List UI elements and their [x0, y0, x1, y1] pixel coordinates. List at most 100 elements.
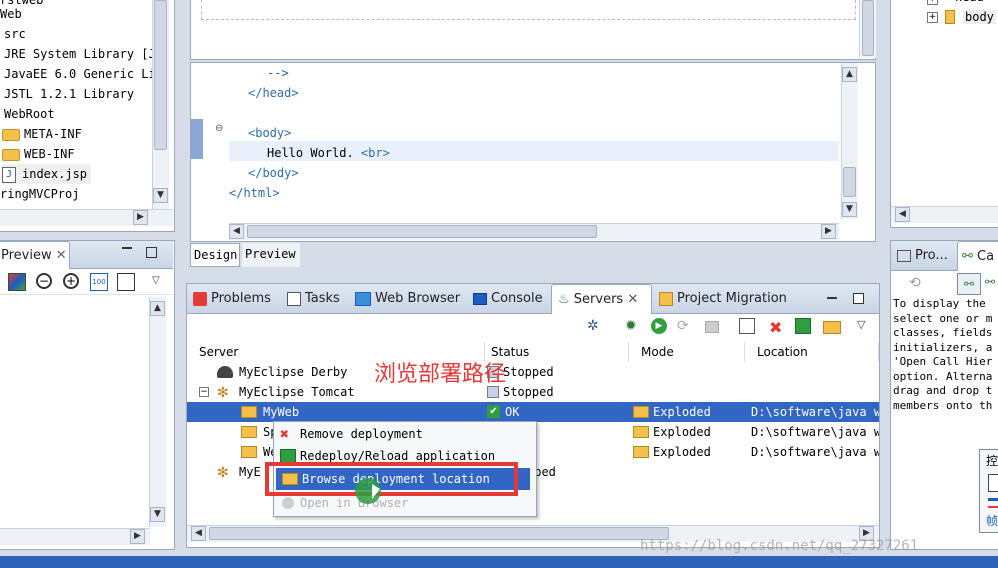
- highlight-box: [265, 462, 518, 496]
- tab-problems[interactable]: Problems: [193, 284, 271, 314]
- palette-icon[interactable]: [8, 273, 26, 291]
- tab-project-migration[interactable]: Project Migration: [659, 284, 787, 314]
- scroll-down-button[interactable]: ▼: [153, 188, 168, 203]
- overlay-widget[interactable]: 控 帧: [979, 449, 998, 533]
- column-header[interactable]: Mode: [629, 342, 745, 362]
- tree-item[interactable]: WEB-INF: [2, 144, 75, 164]
- tasks-icon: [287, 291, 301, 306]
- tree-item[interactable]: body: [963, 10, 996, 24]
- code-line[interactable]: </body>: [248, 163, 299, 183]
- scroll-right-button[interactable]: ▶: [133, 210, 148, 225]
- tree-item[interactable]: JRE System Library [J: [4, 44, 156, 64]
- tab-call-hierarchy[interactable]: ⚯ Ca: [957, 241, 998, 271]
- refresh-icon[interactable]: ⟲: [909, 275, 921, 291]
- migration-icon: [659, 291, 673, 306]
- chevron-down-icon[interactable]: ▽: [152, 275, 160, 286]
- stop-icon[interactable]: [705, 321, 719, 333]
- caller-mode-icon[interactable]: ⚯: [957, 273, 981, 295]
- fit-icon[interactable]: [117, 273, 135, 291]
- zoom-100-icon[interactable]: 100: [90, 273, 108, 291]
- widget-label: 帧: [986, 514, 998, 528]
- hierarchy-icon: ⚯: [962, 249, 973, 264]
- expand-icon[interactable]: +: [927, 0, 938, 5]
- redeploy-icon: [280, 449, 296, 463]
- tree-item[interactable]: JSTL 1.2.1 Library: [4, 84, 134, 104]
- tab-design[interactable]: Design: [190, 243, 240, 267]
- close-icon[interactable]: ✕: [627, 292, 638, 307]
- remove-icon[interactable]: ✖: [769, 318, 787, 337]
- table-row[interactable]: − ✻ MyEclipse Tomcat Stopped: [187, 382, 879, 402]
- editor-mode-tabs: Design Preview: [190, 243, 300, 267]
- tree-item[interactable]: Web: [0, 4, 22, 24]
- close-icon[interactable]: ✕: [56, 248, 67, 263]
- maximize-icon[interactable]: [853, 293, 864, 304]
- profile-icon[interactable]: ⟳: [677, 318, 695, 336]
- tab-project[interactable]: Pro...: [897, 241, 948, 271]
- minimize-icon[interactable]: [122, 247, 132, 249]
- annotation-label: 浏览部署路径: [374, 362, 507, 387]
- tab-servers[interactable]: ♨ Servers ✕: [551, 284, 652, 314]
- jsp-file-icon: J: [2, 166, 16, 183]
- code-line[interactable]: <body>: [248, 123, 291, 143]
- widget-label: 控: [986, 454, 998, 468]
- chevron-down-icon[interactable]: ▽: [857, 318, 875, 336]
- source-editor: ⊖ --> </head> <body> Hello World. <br> <…: [190, 62, 876, 242]
- zoom-in-icon[interactable]: +: [63, 273, 79, 289]
- tab-console[interactable]: Console: [473, 284, 543, 314]
- tree-item[interactable]: ringMVCProj: [0, 184, 79, 204]
- maximize-icon[interactable]: [146, 247, 157, 258]
- code-line[interactable]: -->: [267, 63, 289, 83]
- minimize-icon[interactable]: [827, 297, 837, 299]
- target-icon[interactable]: ✲: [587, 318, 605, 336]
- folder-icon: [2, 128, 20, 141]
- column-header[interactable]: Status: [485, 342, 629, 362]
- help-text-line: option. Alterna: [893, 369, 993, 383]
- tab-tasks[interactable]: Tasks: [287, 284, 340, 314]
- tree-item[interactable]: META-INF: [2, 124, 82, 144]
- horizontal-scrollbar[interactable]: ▶: [0, 209, 173, 226]
- publish-icon[interactable]: [739, 318, 755, 334]
- code-line[interactable]: </head>: [248, 83, 299, 103]
- expand-icon[interactable]: +: [927, 12, 938, 23]
- horizontal-scrollbar[interactable]: ▶: [0, 528, 150, 545]
- menu-item-remove-deployment[interactable]: ✖ Remove deployment: [274, 423, 536, 445]
- folder-icon: [2, 148, 20, 161]
- vertical-scrollbar[interactable]: ▲ ▼: [149, 297, 166, 527]
- start-icon[interactable]: ▶: [651, 318, 667, 334]
- folder-icon: [633, 426, 649, 438]
- help-text-line: To display the: [893, 297, 986, 310]
- problems-icon: [193, 291, 207, 306]
- tree-item[interactable]: head: [955, 0, 984, 4]
- debug-icon[interactable]: ✹: [625, 318, 643, 336]
- table-row[interactable]: MyEclipse Derby Stopped: [187, 362, 879, 382]
- console-icon: [473, 292, 487, 305]
- tree-item[interactable]: src: [4, 24, 26, 44]
- tree-item-index-jsp[interactable]: Jindex.jsp: [2, 164, 92, 184]
- vertical-scrollbar[interactable]: [859, 0, 876, 58]
- folder-icon: [633, 446, 649, 458]
- column-header[interactable]: Location: [745, 342, 879, 362]
- tab-preview[interactable]: Preview ✕: [0, 241, 70, 269]
- tree-item[interactable]: JavaEE 6.0 Generic Li: [4, 64, 156, 84]
- servers-toolbar: ✲ ✹ ▶ ⟳ ✖ ▽: [187, 314, 879, 342]
- vertical-scrollbar[interactable]: ▲ ▼: [841, 63, 858, 219]
- ok-icon: ✔: [487, 405, 500, 418]
- horizontal-scrollbar[interactable]: ◀: [891, 206, 998, 223]
- preview-panel: Preview ✕ − + 100 ▽ ▲ ▼ ▶: [0, 240, 175, 550]
- tree-item[interactable]: WebRoot: [4, 104, 55, 124]
- tab-web-browser[interactable]: Web Browser: [355, 284, 460, 314]
- redeploy-icon[interactable]: [795, 318, 811, 334]
- callee-mode-icon[interactable]: ⚯: [985, 275, 995, 289]
- table-row-selected[interactable]: MyWeb ✔ OK Exploded D:\software\java w: [187, 402, 879, 422]
- zoom-out-icon[interactable]: −: [36, 273, 52, 289]
- design-canvas: [190, 0, 876, 60]
- browse-icon[interactable]: [823, 321, 841, 334]
- collapse-icon[interactable]: −: [199, 387, 209, 397]
- vertical-scrollbar[interactable]: ▼: [152, 0, 169, 209]
- code-line[interactable]: </html>: [229, 183, 280, 203]
- globe-icon: [282, 497, 294, 509]
- fold-minus-icon[interactable]: ⊖: [215, 123, 223, 134]
- code-line[interactable]: Hello World. <br>: [267, 143, 390, 163]
- tab-preview-mode[interactable]: Preview: [242, 243, 300, 267]
- horizontal-scrollbar[interactable]: ◀ ▶: [229, 223, 839, 240]
